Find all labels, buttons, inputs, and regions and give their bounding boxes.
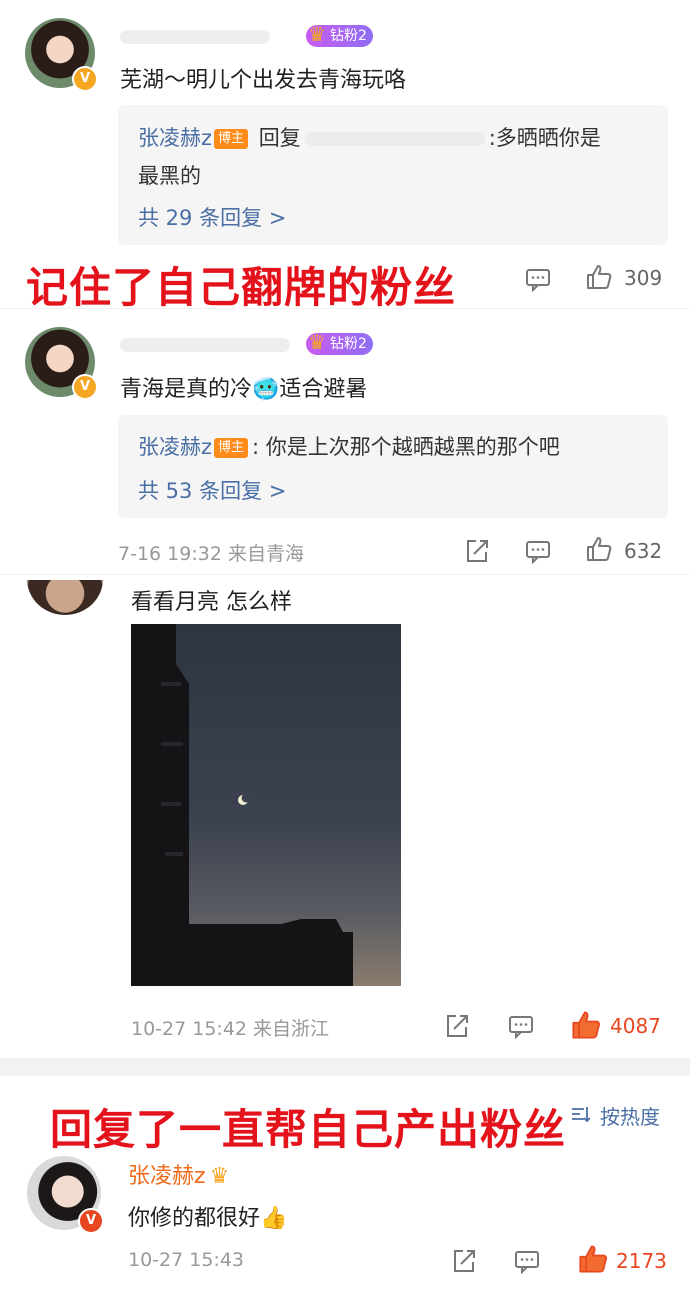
comment-text: 你修的都很好👍 <box>128 1206 288 1231</box>
share-icon[interactable] <box>464 538 490 564</box>
comment-icon[interactable] <box>508 1013 534 1039</box>
comment-meta: 7-16 19:32 来自青海 <box>118 543 304 565</box>
like-count: 4087 <box>610 1014 661 1038</box>
like-icon[interactable] <box>586 264 612 290</box>
comment-text: 看看月亮 怎么样 <box>131 590 292 615</box>
reply-text: : 你是上次那个越晒越黑的那个吧 <box>252 435 560 459</box>
like-count: 2173 <box>616 1249 667 1273</box>
reply-prefix: 回复 <box>258 126 301 150</box>
comment-text: 芜湖～明儿个出发去青海玩咯 <box>120 68 407 93</box>
night-sky-building-image <box>131 624 353 986</box>
like-count: 309 <box>624 266 663 290</box>
crown-icon: ♛ <box>209 1164 230 1189</box>
blurred-username <box>120 338 290 352</box>
view-replies-link[interactable]: 共 29 条回复 > <box>138 202 286 232</box>
reply-text-continued: 最黑的 <box>138 164 201 188</box>
verified-badge: V <box>78 1208 104 1234</box>
liked-icon[interactable] <box>578 1244 608 1274</box>
crown-icon: ♛ <box>308 330 326 354</box>
sort-by-hot-button[interactable]: 按热度 <box>600 1101 660 1130</box>
comment-icon[interactable] <box>525 266 551 292</box>
commenter-avatar[interactable] <box>27 580 103 615</box>
section-separator <box>0 1058 690 1076</box>
reply-author-link[interactable]: 张凌赫z <box>138 435 212 459</box>
annotation-overlay-text: 回复了一直帮自己产出粉丝 <box>50 1105 567 1154</box>
liked-icon[interactable] <box>571 1010 601 1040</box>
comment-meta: 10-27 15:43 <box>128 1249 245 1271</box>
blogger-tag: 博主 <box>214 438 249 458</box>
verified-badge: V <box>72 374 98 400</box>
reply-line: 张凌赫z 博主 回复 :多晒晒你是 <box>138 122 601 152</box>
comment-text: 青海是真的冷🥶适合避暑 <box>120 377 368 402</box>
share-icon[interactable] <box>451 1248 477 1274</box>
fan-level-badge: ♛ 钻粉2 <box>306 22 373 47</box>
like-count: 632 <box>624 539 663 563</box>
cold-face-emoji: 🥶 <box>252 377 280 402</box>
blurred-reply-target <box>304 132 485 146</box>
share-icon[interactable] <box>444 1013 470 1039</box>
moon-photo[interactable] <box>131 624 401 986</box>
fan-level-badge: ♛ 钻粉2 <box>306 330 373 355</box>
comment-divider <box>0 574 690 575</box>
blogger-tag: 博主 <box>214 129 249 149</box>
reply-text: :多晒晒你是 <box>488 126 601 150</box>
sort-icon[interactable] <box>570 1104 590 1124</box>
comment-icon[interactable] <box>514 1248 540 1274</box>
comment-divider <box>0 308 690 309</box>
reply-line: 张凌赫z 博主: 你是上次那个越晒越黑的那个吧 <box>138 431 560 461</box>
annotation-overlay-text: 记住了自己翻牌的粉丝 <box>26 263 457 312</box>
comment-meta: 10-27 15:42 来自浙江 <box>131 1018 330 1040</box>
blurred-username <box>120 30 270 44</box>
reply-author-link[interactable]: 张凌赫z <box>138 126 212 150</box>
like-icon[interactable] <box>586 536 612 562</box>
verified-badge: V <box>72 66 98 92</box>
thumbs-up-emoji: 👍 <box>260 1206 288 1231</box>
crown-icon: ♛ <box>308 22 326 46</box>
comment-icon[interactable] <box>525 538 551 564</box>
blogger-name[interactable]: 张凌赫z ♛ <box>128 1158 229 1190</box>
view-replies-link[interactable]: 共 53 条回复 > <box>138 475 286 505</box>
